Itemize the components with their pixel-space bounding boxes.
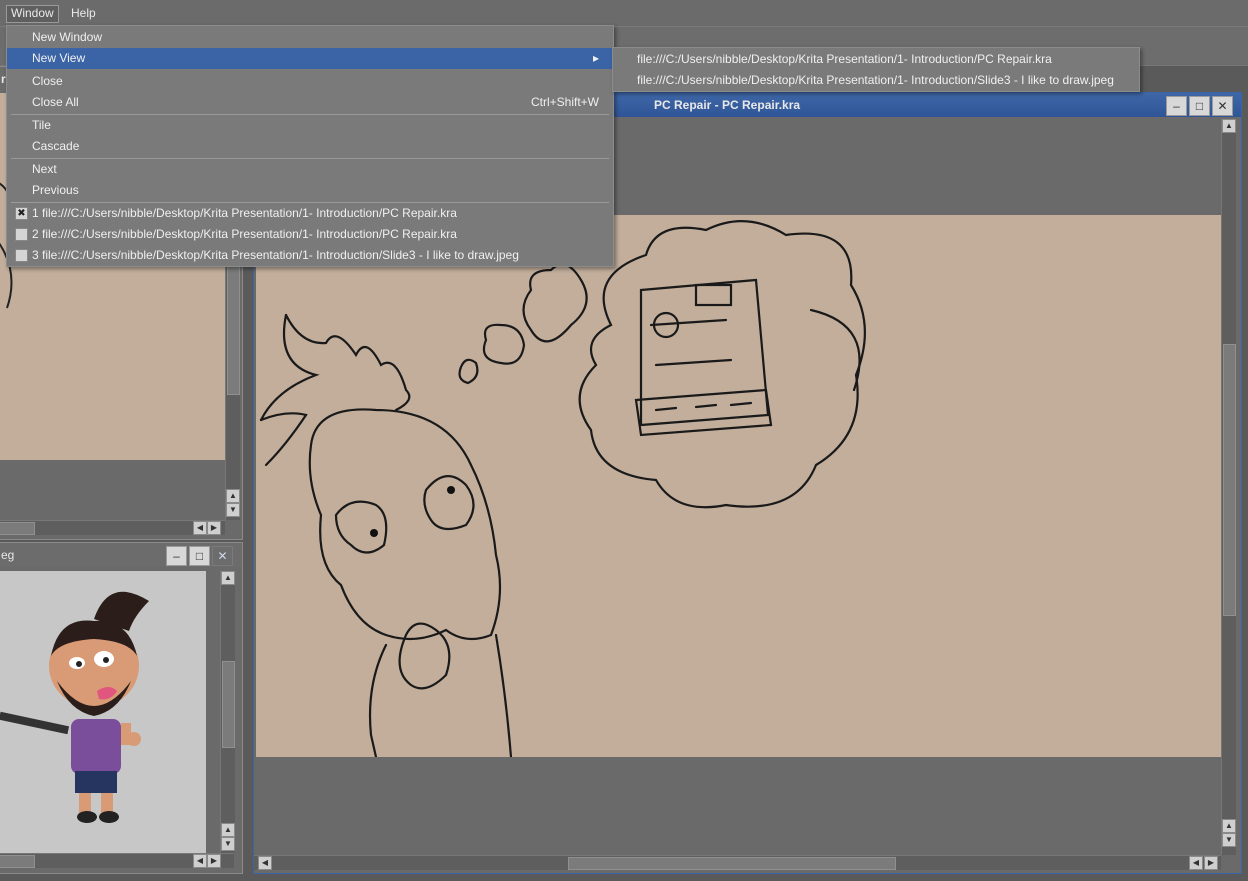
maximize-icon[interactable]: □ bbox=[1189, 96, 1210, 116]
eye-pupil bbox=[447, 486, 455, 494]
image-canvas[interactable] bbox=[0, 571, 206, 853]
scroll-thumb-h[interactable] bbox=[0, 855, 35, 868]
subwindow-title: PC Repair - PC Repair.kra bbox=[654, 98, 801, 112]
menu-item-tile[interactable]: Tile bbox=[7, 115, 613, 136]
scroll-right-button[interactable]: ▶ bbox=[207, 521, 221, 535]
menu-item-new-window[interactable]: New Window bbox=[7, 27, 613, 48]
scroll-up-button[interactable]: ▲ bbox=[1222, 119, 1236, 133]
scroll-thumb[interactable] bbox=[222, 661, 235, 748]
eye-pupil bbox=[370, 529, 378, 537]
menu-help[interactable]: Help bbox=[67, 5, 100, 21]
menu-item-close-all[interactable]: Close All Ctrl+Shift+W bbox=[7, 92, 613, 113]
new-view-submenu: file:///C:/Users/nibble/Desktop/Krita Pr… bbox=[612, 47, 1140, 92]
minimize-icon[interactable]: – bbox=[166, 546, 187, 566]
subwindow-bottom-left[interactable]: eg – □ ✕ ▲ ▲ ▼ ◀ ▶ bbox=[0, 542, 243, 874]
menu-item-next[interactable]: Next bbox=[7, 159, 613, 180]
close-icon[interactable]: ✕ bbox=[1212, 96, 1233, 116]
scroll-right-button[interactable]: ▶ bbox=[207, 854, 221, 868]
menu-window[interactable]: Window bbox=[6, 5, 59, 23]
scroll-thumb[interactable] bbox=[1223, 344, 1236, 616]
submenu-item-slide3[interactable]: file:///C:/Users/nibble/Desktop/Krita Pr… bbox=[637, 70, 1114, 91]
scroll-down-button[interactable]: ▼ bbox=[226, 503, 240, 517]
menu-item-document-3[interactable]: 3 file:///C:/Users/nibble/Desktop/Krita … bbox=[7, 245, 613, 266]
submenu-item-pc-repair[interactable]: file:///C:/Users/nibble/Desktop/Krita Pr… bbox=[637, 49, 1052, 70]
scrollbar-horizontal[interactable]: ◀ ◀ ▶ bbox=[254, 855, 1221, 870]
shortcut-label: Ctrl+Shift+W bbox=[530, 95, 599, 109]
drawing-canvas[interactable] bbox=[256, 215, 1221, 759]
menu-item-new-view[interactable]: New View ▸ bbox=[7, 48, 613, 69]
subwindow-titlebar[interactable]: eg – □ ✕ bbox=[0, 543, 242, 567]
close-icon[interactable]: ✕ bbox=[212, 546, 233, 566]
maximize-icon[interactable]: □ bbox=[189, 546, 210, 566]
menu-item-close[interactable]: Close bbox=[7, 71, 613, 92]
scroll-up-button[interactable]: ▲ bbox=[1222, 819, 1236, 833]
submenu-arrow-icon: ▸ bbox=[592, 51, 599, 65]
checkbox-icon bbox=[15, 228, 28, 241]
scrollbar-horizontal[interactable]: ◀ ▶ bbox=[0, 520, 225, 535]
menu-item-document-1[interactable]: ✖ 1 file:///C:/Users/nibble/Desktop/Krit… bbox=[7, 203, 613, 224]
scroll-right-button[interactable]: ▶ bbox=[1204, 856, 1218, 870]
subwindow-title: eg bbox=[1, 548, 15, 562]
checkmark-icon: ✖ bbox=[15, 207, 28, 220]
scroll-left-button[interactable]: ◀ bbox=[193, 521, 207, 535]
menu-item-cascade[interactable]: Cascade bbox=[7, 136, 613, 157]
cartoon-character-illustration bbox=[0, 591, 149, 823]
checkbox-icon bbox=[15, 249, 28, 262]
scroll-up-button[interactable]: ▲ bbox=[226, 489, 240, 503]
scroll-up-button[interactable]: ▲ bbox=[221, 823, 235, 837]
scroll-down-button[interactable]: ▼ bbox=[221, 837, 235, 851]
scrollbar-horizontal[interactable]: ◀ ▶ bbox=[0, 853, 234, 868]
window-menu: New Window New View ▸ Close Close All Ct… bbox=[6, 25, 614, 267]
minimize-icon[interactable]: – bbox=[1166, 96, 1187, 116]
scroll-thumb-h[interactable] bbox=[568, 857, 896, 870]
menubar: Window Help bbox=[0, 0, 1248, 27]
sketch-illustration bbox=[259, 220, 866, 759]
scrollbar-vertical[interactable]: ▲ ▲ ▼ bbox=[1221, 119, 1236, 855]
scroll-down-button[interactable]: ▼ bbox=[1222, 833, 1236, 847]
menu-item-previous[interactable]: Previous bbox=[7, 180, 613, 201]
scroll-up-button[interactable]: ▲ bbox=[221, 571, 235, 585]
scrollbar-vertical[interactable]: ▲ ▲ ▼ bbox=[220, 571, 235, 853]
scroll-left-button[interactable]: ◀ bbox=[1189, 856, 1203, 870]
scroll-thumb-h[interactable] bbox=[0, 522, 35, 535]
scroll-left-button[interactable]: ◀ bbox=[193, 854, 207, 868]
scroll-left-button[interactable]: ◀ bbox=[258, 856, 272, 870]
menu-item-document-2[interactable]: 2 file:///C:/Users/nibble/Desktop/Krita … bbox=[7, 224, 613, 245]
